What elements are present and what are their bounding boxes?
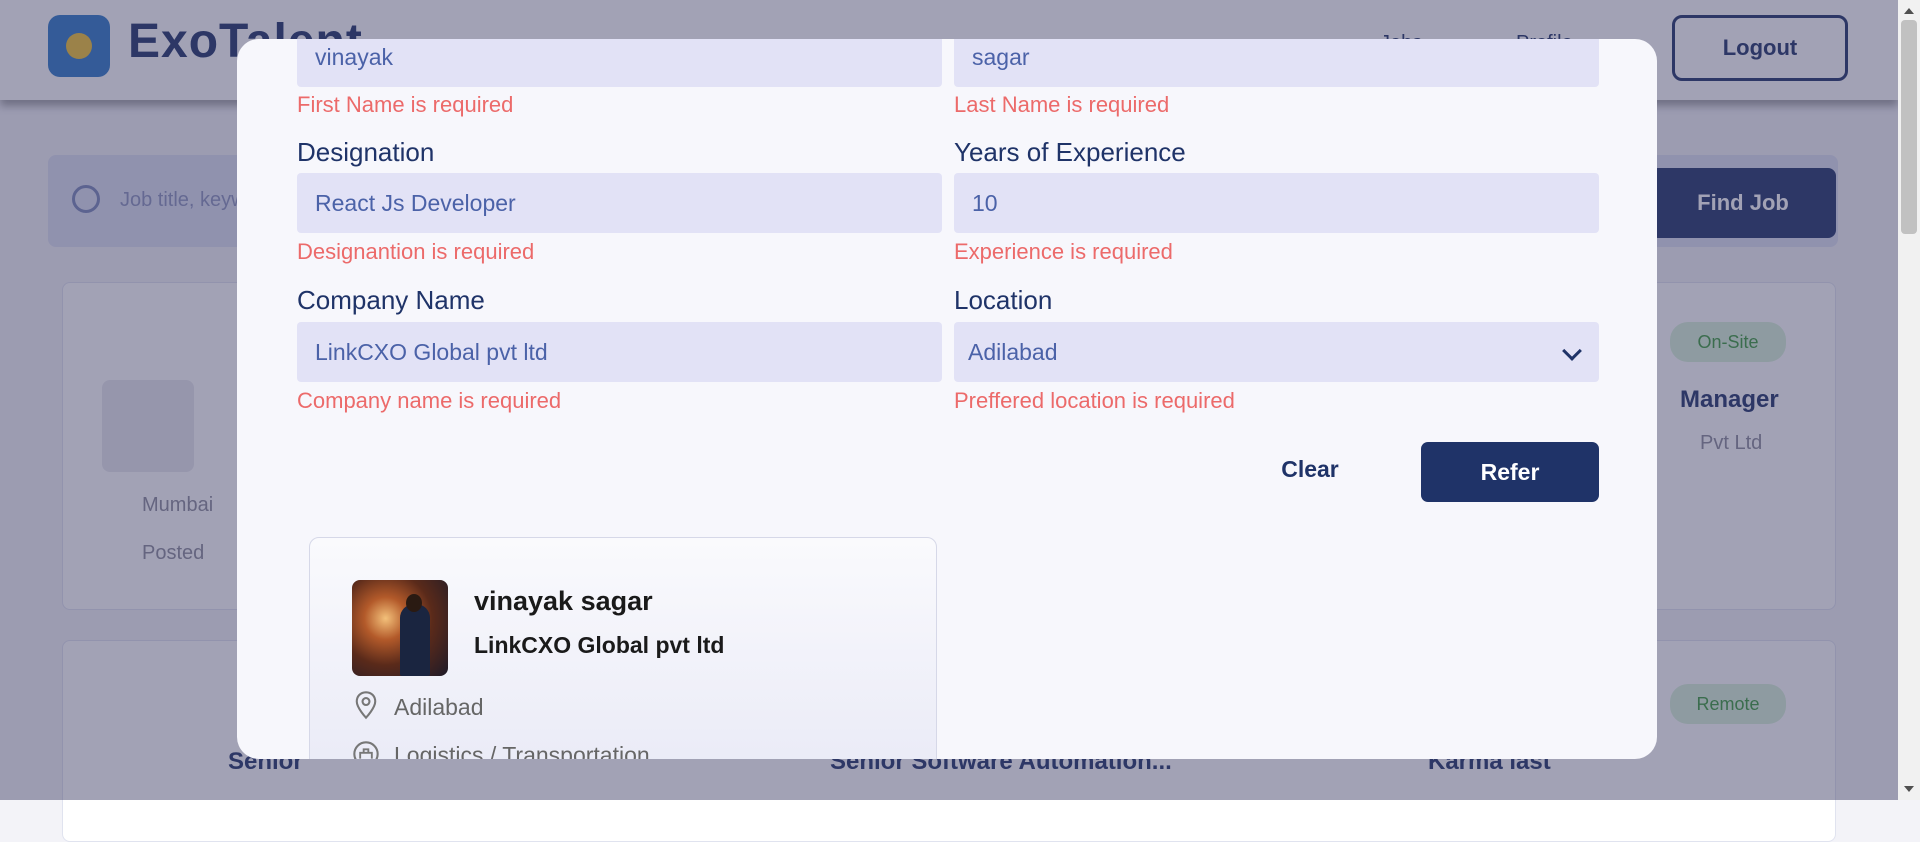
refer-button[interactable]: Refer — [1421, 442, 1599, 502]
location-label: Location — [954, 285, 1053, 315]
industry-icon — [353, 741, 379, 759]
referral-preview-card: vinayak sagar LinkCXO Global pvt ltd Adi… — [309, 537, 937, 759]
experience-input[interactable]: 10 — [954, 173, 1599, 233]
candidate-name: vinayak sagar — [474, 586, 653, 616]
candidate-location: Adilabad — [394, 694, 484, 720]
scroll-up-arrow-icon[interactable] — [1904, 8, 1914, 14]
candidate-company: LinkCXO Global pvt ltd — [474, 632, 725, 658]
avatar-head — [406, 594, 422, 612]
location-select[interactable]: Adilabad — [954, 322, 1599, 382]
designation-label: Designation — [297, 137, 435, 167]
avatar-figure — [400, 604, 430, 676]
refer-modal: vinayak First Name is required sagar Las… — [237, 39, 1657, 759]
first-name-error: First Name is required — [297, 92, 514, 117]
candidate-industry: Logistics / Transportation — [394, 742, 650, 759]
last-name-input[interactable]: sagar — [954, 39, 1599, 87]
designation-error: Designantion is required — [297, 239, 535, 264]
company-name-input[interactable]: LinkCXO Global pvt ltd — [297, 322, 942, 382]
location-select-value: Adilabad — [968, 338, 1058, 365]
page-scrollbar[interactable] — [1898, 0, 1920, 800]
clear-button[interactable]: Clear — [1255, 439, 1365, 499]
last-name-error: Last Name is required — [954, 92, 1170, 117]
candidate-avatar — [352, 580, 448, 676]
location-error: Preffered location is required — [954, 388, 1235, 413]
company-name-label: Company Name — [297, 285, 485, 315]
experience-label: Years of Experience — [954, 137, 1186, 167]
scroll-thumb[interactable] — [1901, 20, 1917, 234]
first-name-input[interactable]: vinayak — [297, 39, 942, 87]
experience-error: Experience is required — [954, 239, 1173, 264]
company-name-error: Company name is required — [297, 388, 562, 413]
scroll-down-arrow-icon[interactable] — [1904, 786, 1914, 792]
designation-input[interactable]: React Js Developer — [297, 173, 942, 233]
chevron-down-icon — [1562, 341, 1582, 361]
map-pin-icon — [355, 691, 377, 720]
